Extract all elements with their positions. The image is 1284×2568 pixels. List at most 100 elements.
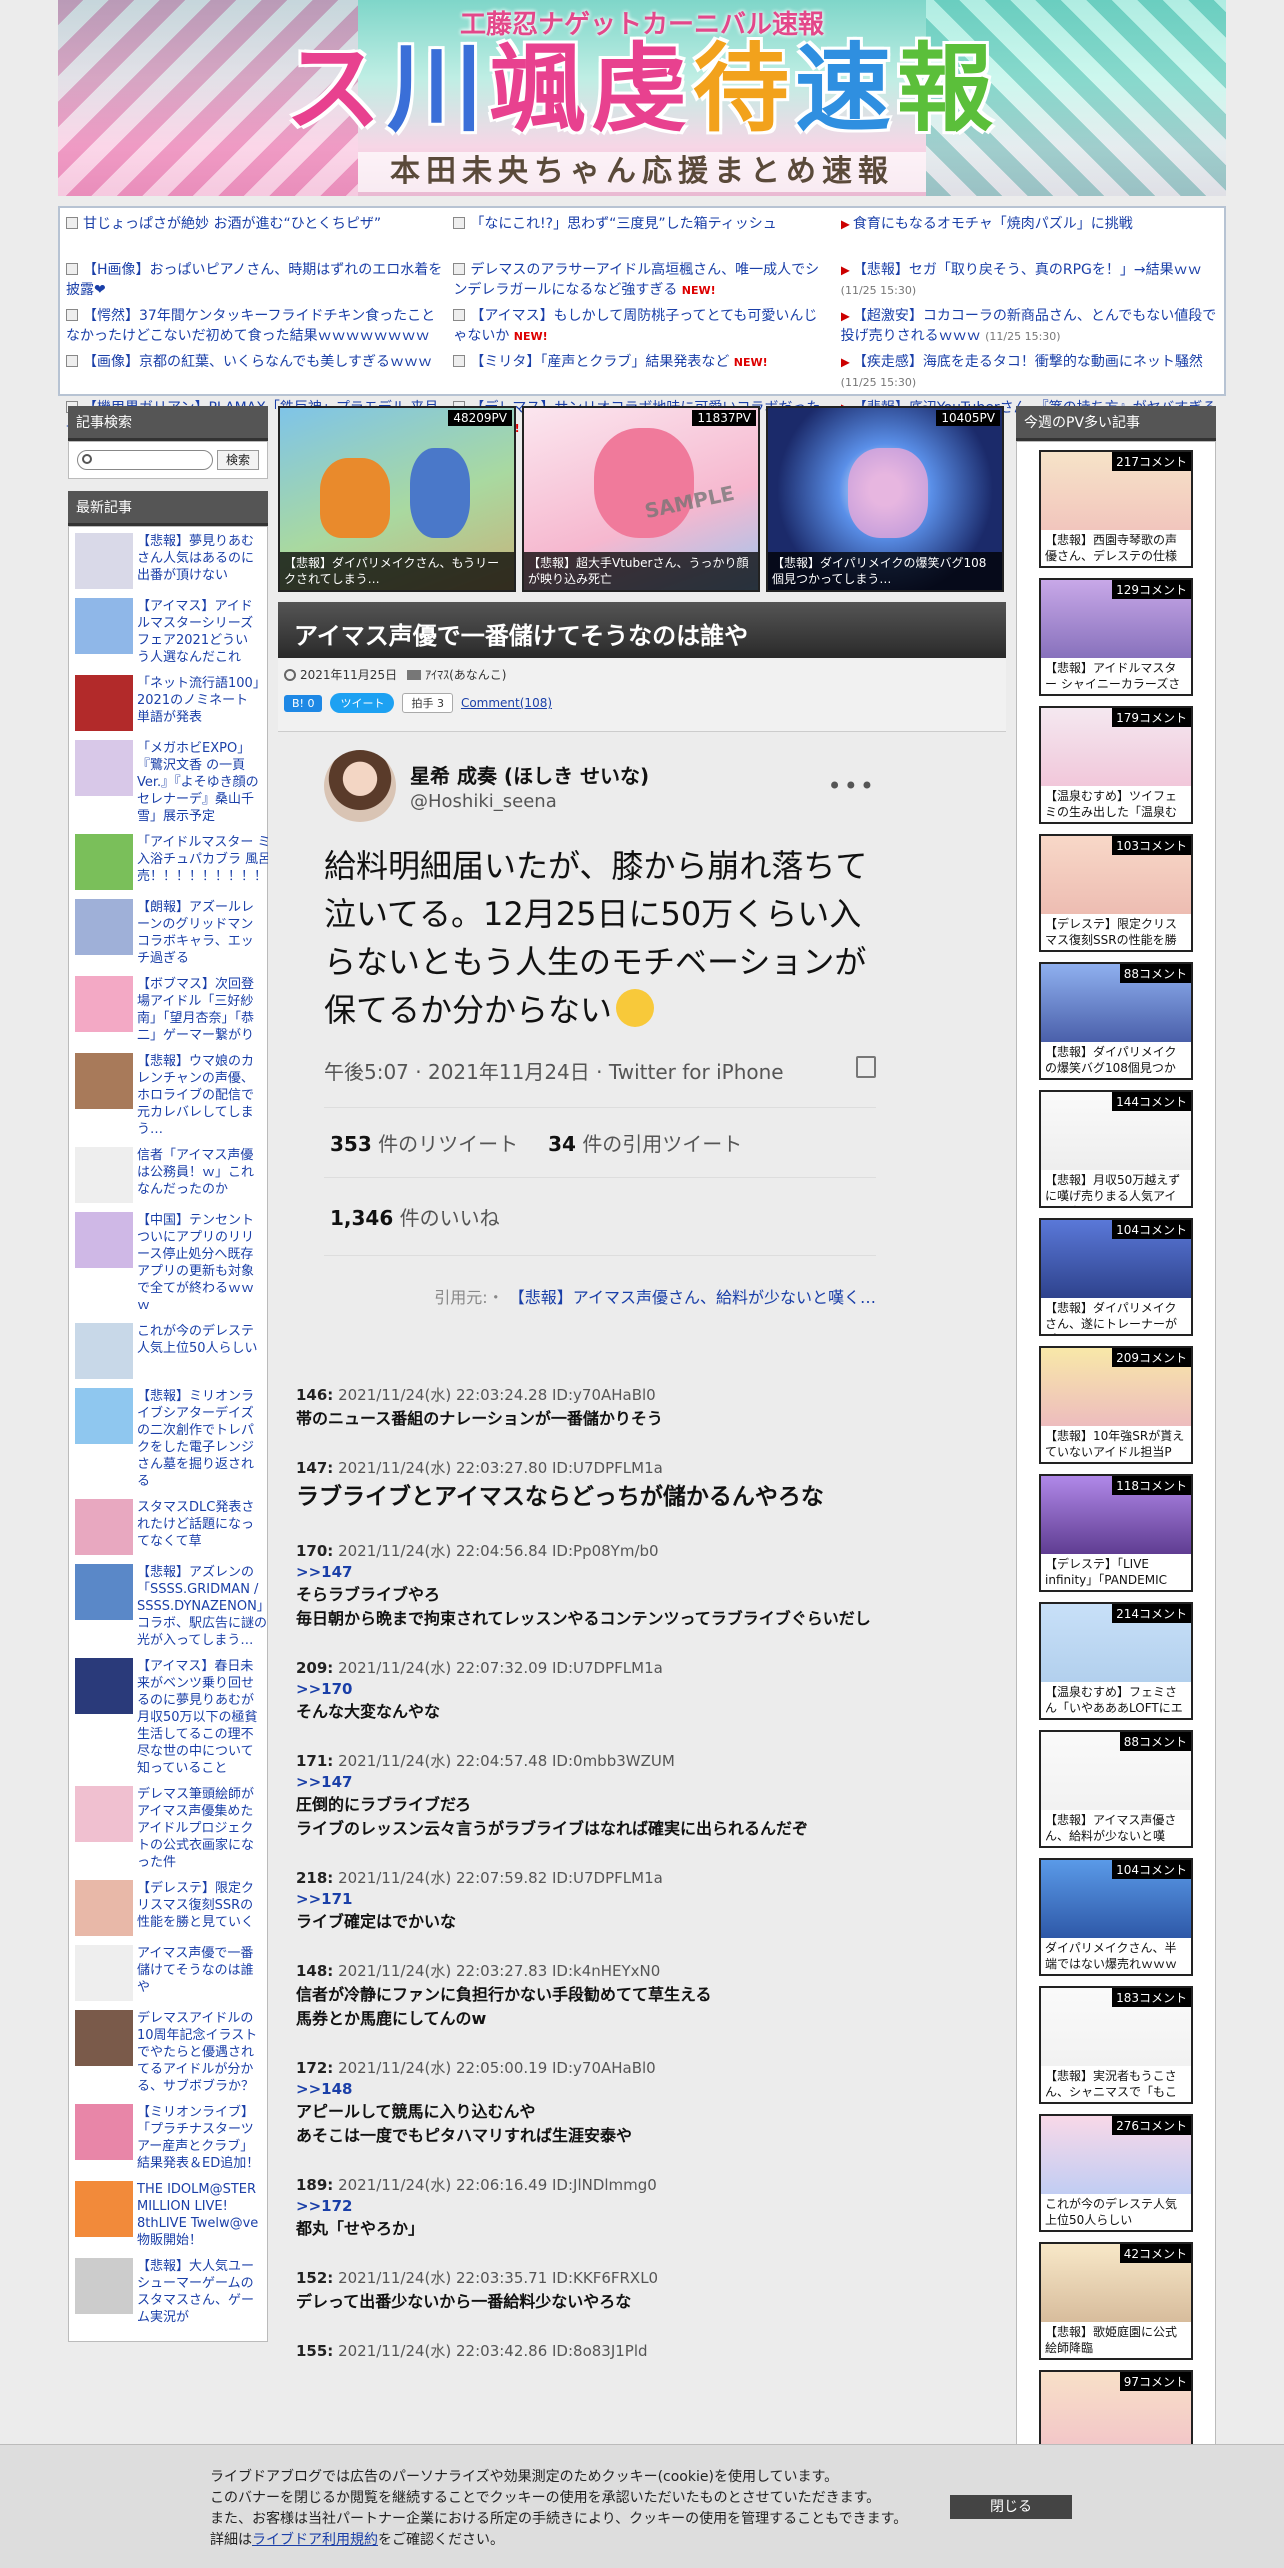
pv-card[interactable]: 48209PV 【悲報】ダイパリメイクさん、もうリークされてしまう… — [278, 406, 516, 592]
popular-article[interactable]: 276コメント これが今のデレステ人気上位50人らしい — [1039, 2114, 1193, 2232]
article-thumbnail[interactable] — [75, 834, 133, 890]
popular-article[interactable]: 129コメント 【悲報】アイドルマスター シャイニーカラーズさ — [1039, 578, 1193, 696]
recent-article[interactable]: 【悲報】アズレンの「SSSS.GRIDMAN / SSSS.DYNAZENON」… — [75, 1564, 268, 1649]
pv-card[interactable]: 10405PV 【悲報】ダイパリメイクの爆笑バグ108個見つかってしまう… — [766, 406, 1004, 592]
ticker-item[interactable]: 【ミリタ】「産声とクラブ」結果発表など NEW! — [453, 352, 830, 394]
popular-article[interactable]: 209コメント 【悲報】10年強SRが貰えていないアイドル担当P — [1039, 1346, 1193, 1464]
ticker-item[interactable]: 【愕然】37年間ケンタッキーフライドチキン食ったことなかったけどこないだ初めて食… — [66, 306, 443, 348]
article-thumbnail[interactable] — [75, 675, 133, 731]
popular-article[interactable]: 104コメント【悲報】ダイパリメイクさん、遂にトレーナーがポケモ — [1039, 1218, 1193, 1336]
article-thumbnail[interactable] — [75, 1147, 133, 1203]
reply-anchor-link[interactable]: >>148 — [296, 2080, 986, 2098]
article-thumbnail[interactable] — [75, 2181, 133, 2237]
pv-card[interactable]: SAMPLE 11837PV 【悲報】超大手Vtuberさん、うっかり顔が映り込… — [522, 406, 760, 592]
recent-article[interactable]: 信者「アイマス声優は公務員！ｗ」これなんだったのか — [75, 1147, 261, 1203]
recent-article[interactable]: スタマスDLC発表されたけど話題になってなくて草 — [75, 1499, 261, 1555]
popular-article[interactable]: 118コメント 【デレステ】「LIVE infinity」「PANDEMIC — [1039, 1474, 1193, 1592]
comment-link[interactable]: Comment(108) — [461, 696, 552, 710]
citation-link[interactable]: 【悲報】アイマス声優さん、給料が少ないと嘆く… — [509, 1288, 876, 1307]
ticker-item[interactable]: 【アイマス】もしかして周防桃子ってとても可愛いんじゃないか NEW! — [453, 306, 830, 348]
article-thumbnail[interactable] — [75, 1945, 133, 2001]
tweet-button[interactable]: ツイート — [330, 693, 395, 713]
reply-anchor-link[interactable]: >>171 — [296, 1890, 986, 1908]
article-thumbnail[interactable] — [75, 1880, 133, 1936]
search-button[interactable]: 検索 — [216, 450, 259, 470]
reply-anchor-link[interactable]: >>147 — [296, 1773, 986, 1791]
popular-article[interactable]: 217コメント【悲報】西園寺琴歌の声優さん、デレステの仕様を理 — [1039, 450, 1193, 568]
popular-article[interactable]: 144コメント【悲報】月収50万越えずに嘆げ売りまる人気アイマス声 — [1039, 1090, 1193, 1208]
article-thumbnail[interactable] — [75, 1786, 133, 1842]
article-thumbnail[interactable] — [75, 1053, 133, 1109]
article-thumbnail[interactable] — [75, 2258, 133, 2314]
more-options-icon[interactable]: ••• — [828, 772, 876, 800]
recent-article[interactable]: デレマス筆頭絵師がアイマス声優集めたアイドルプロジェクトの公式衣画家になった件 — [75, 1786, 261, 1871]
recent-article[interactable]: 【悲報】ウマ娘のカレンチャンの声優、ホロライブの配信で元カレバレしてしまう… — [75, 1053, 261, 1138]
ticker-item[interactable]: ▶ 【疾走感】海底を走るタコ！衝撃的な動画にネット騒然 (11/25 15:30) — [841, 352, 1218, 394]
article-thumbnail[interactable] — [75, 533, 133, 589]
ticker-item[interactable]: ▶ 【超激安】コカコーラの新商品さん、とんでもない値段で投げ売りされるｗｗｗ (1… — [841, 306, 1218, 348]
site-header-banner[interactable]: 工藤忍ナゲットカーニバル速報 ス川颯虔待速報 本田未央ちゃん応援まとめ速報 — [58, 0, 1226, 196]
recent-article[interactable]: 【アイマス】春日未来がベンツ乗り回せるのに夢見りあむが月収50万以下の極貧生活し… — [75, 1658, 261, 1777]
ticker-item[interactable]: ▶ 【悲報】セガ「取り戻そう、真のRPGを！」→結果ｗｗ (11/25 15:30… — [841, 260, 1218, 302]
popular-article[interactable]: 88コメント【悲報】アイマス声優さん、給料が少ないと嘆く… — [1039, 1730, 1193, 1848]
ticker-item[interactable]: 【H画像】おっぱいピアノさん、時期はずれのエロ水着を披露❤ — [66, 260, 443, 302]
avatar[interactable] — [324, 750, 396, 822]
recent-article[interactable]: 「ネット流行語100」2021のノミネート単語が発表 — [75, 675, 261, 731]
terms-link[interactable]: ライブドア利用規約 — [252, 2532, 378, 2548]
popular-article[interactable]: 88コメント【悲報】ダイパリメイクの爆笑バグ108個見つかって — [1039, 962, 1193, 1080]
recent-article[interactable]: 【悲報】夢見りあむさん人気はあるのに出番が頂けない — [75, 533, 261, 589]
article-thumbnail[interactable] — [75, 1388, 133, 1444]
retweet-count[interactable]: 353 件のリツイート — [330, 1128, 518, 1157]
recent-article[interactable]: THE IDOLM@STER MILLION LIVE! 8thLIVE Twe… — [75, 2181, 261, 2249]
hatena-bookmark-button[interactable]: B! 0 — [284, 694, 323, 712]
recent-article[interactable]: 【デレステ】限定クリスマス復刻SSRの性能を勝と見ていく — [75, 1880, 261, 1936]
tweet-author-handle[interactable]: @Hoshiki_seena — [410, 791, 649, 812]
tweet-author-name[interactable]: 星希 成奏 (ほしき せいな) — [410, 760, 649, 789]
article-thumbnail[interactable] — [75, 2010, 133, 2066]
popular-article[interactable]: 214コメント【温泉むすめ】フェミさん「いやあああLOFTにエロ — [1039, 1602, 1193, 1720]
recent-article[interactable]: デレマスアイドルの10周年記念イラストでやたらと優遇されてるアイドルが分かる、サ… — [75, 2010, 261, 2095]
article-thumbnail[interactable] — [75, 1658, 133, 1714]
article-thumbnail[interactable] — [75, 899, 133, 955]
ticker-item[interactable]: デレマスのアラサーアイドル高垣楓さん、唯一成人でシンデレラガールになるなど強すぎ… — [453, 260, 830, 302]
recent-article[interactable]: 【悲報】大人気ユーシューマーゲームのスタマスさん、ゲーム実況が — [75, 2258, 261, 2326]
like-count[interactable]: 1,346 件のいいね — [324, 1178, 876, 1256]
popular-article[interactable]: 183コメント 【悲報】実況者もうこさん、シャニマスで「もこ — [1039, 1986, 1193, 2104]
ticker-item[interactable]: 甘じょっぱさが絶妙 お酒が進む“ひとくちピザ” — [66, 214, 443, 256]
recent-article[interactable]: 「アイドルマスター ミリオンライブ！ 絶対入浴チュパカブラ 風呂桶」発売！！！！… — [75, 834, 268, 890]
article-thumbnail[interactable] — [75, 1564, 133, 1620]
article-thumbnail[interactable] — [75, 976, 133, 1032]
popular-article[interactable]: 42コメント 【悲報】歌姫庭園に公式絵師降臨 — [1039, 2242, 1193, 2360]
article-thumbnail[interactable] — [75, 2104, 133, 2160]
recent-article[interactable]: これが今のデレステ人気上位50人らしい — [75, 1323, 261, 1379]
article-title[interactable]: アイマス声優で一番儲けてそうなのは誰や — [278, 602, 1006, 658]
popular-article[interactable]: 104コメント ダイパリメイクさん、半端ではない爆売れｗｗｗ — [1039, 1858, 1193, 1976]
recent-article[interactable]: 【悲報】ミリオンライブシアターデイズの二次創作でトレパクをした電子レンジさん墓を… — [75, 1388, 261, 1490]
article-thumbnail[interactable] — [75, 740, 133, 796]
info-icon[interactable] — [856, 1056, 876, 1078]
article-thumbnail[interactable] — [75, 598, 133, 654]
reply-anchor-link[interactable]: >>172 — [296, 2197, 986, 2215]
recent-article[interactable]: アイマス声優で一番儲けてそうなのは誰や — [75, 1945, 261, 2001]
ticker-item[interactable]: 「なにこれ!?」思わず“三度見”した箱ティッシュ — [453, 214, 830, 256]
quote-count[interactable]: 34 件の引用ツイート — [548, 1128, 742, 1157]
recent-article[interactable]: 【アイマス】アイドルマスターシリーズフェア2021どういう人選なんだこれ — [75, 598, 261, 666]
recent-article[interactable]: 【ボブマス】次回登場アイドル「三好紗南」「望月杏奈」「恭二」ゲーマー繋がり — [75, 976, 261, 1044]
article-thumbnail[interactable] — [75, 1212, 133, 1268]
recent-article[interactable]: 【朗報】アズールレーンのグリッドマンコラボキャラ、エッチ過ぎる — [75, 899, 261, 967]
reply-anchor-link[interactable]: >>147 — [296, 1563, 986, 1581]
article-thumbnail[interactable] — [75, 1323, 133, 1379]
hakushu-button[interactable]: 拍手 3 — [402, 693, 453, 713]
search-input[interactable] — [77, 450, 213, 470]
post-category[interactable]: ｱｲﾏｽ(あなんこ) — [407, 666, 506, 683]
ticker-item[interactable]: ▶ 食育にもなるオモチャ「焼肉パズル」に挑戦 — [841, 214, 1218, 256]
article-thumbnail[interactable] — [75, 1499, 133, 1555]
tweet-timestamp[interactable]: 午後5:07 · 2021年11月24日 · Twitter for iPhon… — [324, 1056, 876, 1085]
popular-article[interactable]: 179コメント【温泉むすめ】ツイフェミの生み出した「温泉むす — [1039, 706, 1193, 824]
recent-article[interactable]: 「メガホビEXPO」『鷺沢文香 の一頁Ver.』『よそゆき顔のセレナーデ』桑山千… — [75, 740, 261, 825]
recent-article[interactable]: 【中国】テンセントついにアプリのリリース停止処分へ既存アプリの更新も対象で全てが… — [75, 1212, 261, 1314]
ticker-item[interactable]: 【画像】京都の紅葉、いくらなんでも美しすぎるｗｗｗ — [66, 352, 443, 394]
reply-anchor-link[interactable]: >>170 — [296, 1680, 986, 1698]
popular-article[interactable]: 103コメント【デレステ】限定クリスマス復刻SSRの性能を勝と見 — [1039, 834, 1193, 952]
recent-article[interactable]: 【ミリオンライブ】「プラチナスターツアー産声とクラブ」結果発表＆ED追加！ — [75, 2104, 261, 2172]
